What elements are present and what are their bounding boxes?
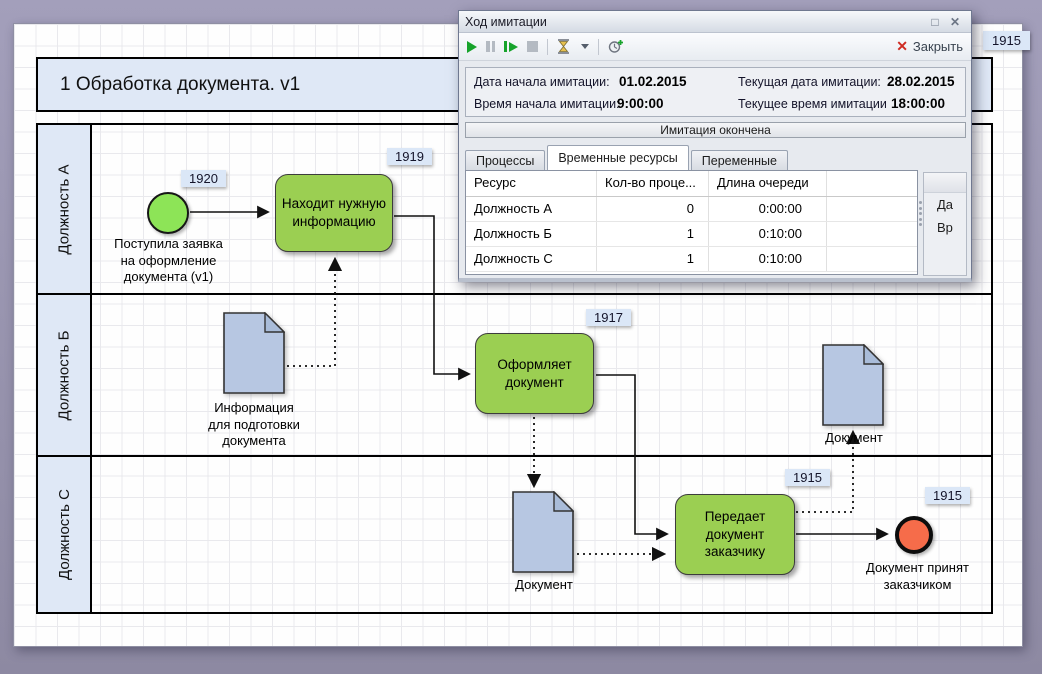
side-panel-item: Да xyxy=(924,193,966,216)
current-date-value: 28.02.2015 xyxy=(887,74,955,89)
end-event-badge: 1915 xyxy=(925,487,970,504)
start-event-label: Поступила заявка на оформление документа… xyxy=(86,236,251,286)
lane-label-c: Должность С xyxy=(56,489,73,580)
lane-label-a: Должность А xyxy=(56,164,73,254)
column-header-resource[interactable]: Ресурс xyxy=(466,171,597,196)
table-header-row: Ресурс Кол-во проце... Длина очереди xyxy=(466,171,917,197)
close-window-button[interactable]: ✕ xyxy=(945,14,965,30)
lane-divider xyxy=(38,455,991,457)
lane-header-c: Должность С xyxy=(38,457,92,612)
dialog-titlebar[interactable]: Ход имитации □ ✕ xyxy=(459,11,971,33)
start-date-value: 01.02.2015 xyxy=(619,74,687,89)
table-row[interactable]: Должность С 1 0:10:00 xyxy=(466,247,917,272)
current-time-label: Текущее время имитации xyxy=(738,97,887,111)
panel-splitter-handle[interactable] xyxy=(918,201,922,226)
tab-time-resources[interactable]: Временные ресурсы xyxy=(547,145,688,170)
cell-queue: 0:10:00 xyxy=(709,222,827,246)
cell-resource: Должность С xyxy=(466,247,597,271)
stop-icon[interactable] xyxy=(527,41,538,52)
task-find-information[interactable]: Находит нужную информацию xyxy=(275,174,393,252)
speed-dropdown-icon[interactable] xyxy=(581,44,589,49)
cell-resource: Должность Б xyxy=(466,222,597,246)
dialog-toolbar: ✕ Закрыть xyxy=(459,33,971,61)
document-result-shape[interactable] xyxy=(512,491,574,573)
step-forward-icon[interactable] xyxy=(504,41,518,52)
column-header-queue[interactable]: Длина очереди xyxy=(709,171,827,196)
start-time-label: Время начала имитации: xyxy=(474,97,620,111)
simulation-status-bar: Имитация окончена xyxy=(465,122,966,138)
simulation-dialog: Ход имитации □ ✕ ✕ Закрыть Дата начала и… xyxy=(458,10,972,282)
document-result-label: Документ xyxy=(484,577,604,594)
current-date-label: Текущая дата имитации: xyxy=(738,75,881,89)
dialog-tabs: Процессы Временные ресурсы Переменные xyxy=(465,144,790,170)
close-simulation-button[interactable]: ✕ Закрыть xyxy=(896,38,963,55)
column-header-filler xyxy=(827,171,917,196)
maximize-button[interactable]: □ xyxy=(925,14,945,30)
task-deliver-document[interactable]: Передает документ заказчику xyxy=(675,494,795,575)
lane-divider xyxy=(38,293,991,295)
tab-processes[interactable]: Процессы xyxy=(465,150,545,170)
pause-icon[interactable] xyxy=(486,41,495,52)
cell-filler xyxy=(827,197,917,221)
cell-filler xyxy=(827,247,917,271)
close-simulation-label: Закрыть xyxy=(913,39,963,54)
side-panel-header xyxy=(924,173,966,193)
toolbar-separator xyxy=(598,39,599,55)
lane-label-b: Должность Б xyxy=(56,330,73,420)
cell-queue: 0:00:00 xyxy=(709,197,827,221)
cell-count: 1 xyxy=(597,222,709,246)
column-header-count[interactable]: Кол-во проце... xyxy=(597,171,709,196)
cell-resource: Должность А xyxy=(466,197,597,221)
start-event-badge: 1920 xyxy=(181,170,226,187)
play-icon[interactable] xyxy=(467,41,477,53)
document-final-label: Документ xyxy=(794,430,914,447)
cell-count: 0 xyxy=(597,197,709,221)
task-find-information-badge: 1919 xyxy=(387,148,432,165)
table-row[interactable]: Должность А 0 0:00:00 xyxy=(466,197,917,222)
simulation-info-panel: Дата начала имитации: 01.02.2015 Время н… xyxy=(465,67,966,117)
tab-variables[interactable]: Переменные xyxy=(691,150,788,170)
document-info-shape[interactable] xyxy=(223,312,285,394)
side-panel: Да Вр xyxy=(923,172,967,276)
dialog-title: Ход имитации xyxy=(465,15,925,29)
document-final-shape[interactable] xyxy=(822,344,884,426)
queue-callout-badge: 1915 xyxy=(983,31,1030,50)
start-date-label: Дата начала имитации: xyxy=(474,75,610,89)
lane-header-b: Должность Б xyxy=(38,295,92,455)
task-prepare-document[interactable]: Оформляет документ xyxy=(475,333,594,414)
cell-count: 1 xyxy=(597,247,709,271)
cell-filler xyxy=(827,222,917,246)
lane-header-a: Должность А xyxy=(38,125,92,293)
document-info-label: Информация для подготовки документа xyxy=(174,400,334,450)
cell-queue: 0:10:00 xyxy=(709,247,827,271)
start-time-value: 9:00:00 xyxy=(617,96,664,111)
side-panel-item: Вр xyxy=(924,216,966,239)
toolbar-separator xyxy=(547,39,548,55)
start-event[interactable] xyxy=(147,192,189,234)
hourglass-icon[interactable] xyxy=(557,39,570,54)
task-deliver-document-badge: 1915 xyxy=(785,469,830,486)
table-row[interactable]: Должность Б 1 0:10:00 xyxy=(466,222,917,247)
end-event-label: Документ принят заказчиком xyxy=(845,560,990,593)
simulation-screen: { "diagram": { "title": "1 Обработка док… xyxy=(0,0,1042,674)
close-x-icon: ✕ xyxy=(896,38,908,55)
resources-table: Ресурс Кол-во проце... Длина очереди Дол… xyxy=(465,170,918,275)
end-event[interactable] xyxy=(895,516,933,554)
add-timer-icon[interactable] xyxy=(608,39,624,54)
task-prepare-document-badge: 1917 xyxy=(586,309,631,326)
current-time-value: 18:00:00 xyxy=(891,96,945,111)
